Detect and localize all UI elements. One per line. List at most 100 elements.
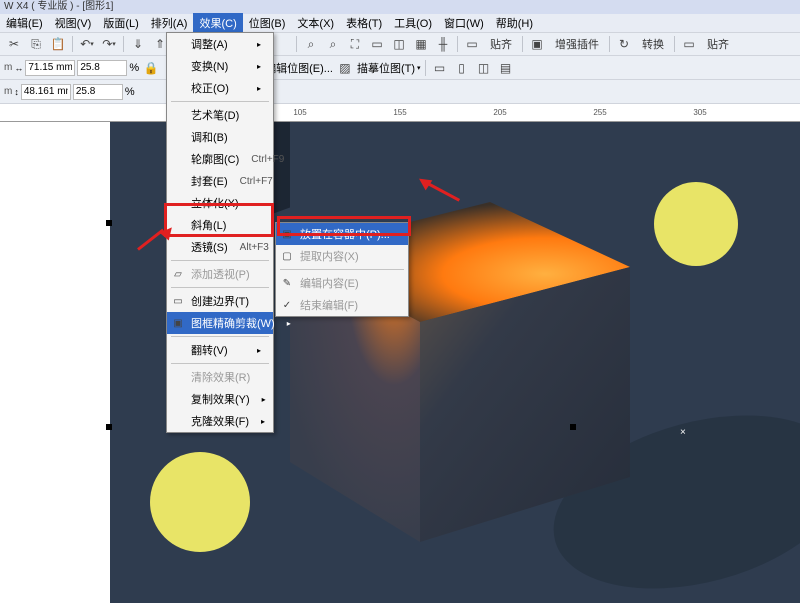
menu-separator bbox=[171, 260, 269, 261]
menu-item-blend[interactable]: 调和(B) bbox=[167, 126, 273, 148]
menu-bitmap[interactable]: 位图(B) bbox=[243, 13, 292, 33]
selection-handle[interactable] bbox=[106, 220, 112, 226]
menu-item-lens[interactable]: 透镜(S)Alt+F3 bbox=[167, 236, 273, 258]
menu-item-envelope[interactable]: 封套(E)Ctrl+F7 bbox=[167, 170, 273, 192]
menu-item-transform[interactable]: 变换(N)▸ bbox=[167, 55, 273, 77]
scale-x-field[interactable]: % bbox=[77, 60, 139, 76]
convert-button[interactable]: ↻ bbox=[614, 34, 634, 54]
cut-button[interactable]: ✂ bbox=[4, 34, 24, 54]
convert-label: 转换 bbox=[636, 36, 670, 52]
trace-bitmap-label[interactable]: 描摹位图(T) bbox=[357, 60, 415, 76]
menu-item-clone-effect[interactable]: 克隆效果(F)▸ bbox=[167, 410, 273, 432]
y-input[interactable] bbox=[21, 84, 71, 100]
menu-item-extrude[interactable]: 立体化(X) bbox=[167, 192, 273, 214]
plugin-label: 增强插件 bbox=[549, 36, 605, 52]
menu-view[interactable]: 视图(V) bbox=[49, 13, 98, 33]
chevron-right-icon: ▸ bbox=[262, 395, 266, 404]
lock-ratio-button[interactable]: 🔒 bbox=[141, 58, 161, 78]
import-button[interactable]: ⇓ bbox=[128, 34, 148, 54]
selection-center-marker: × bbox=[680, 427, 686, 438]
zoom-sel-button[interactable]: ◫ bbox=[389, 34, 409, 54]
menu-effects[interactable]: 效果(C) bbox=[193, 13, 242, 33]
menu-item-powerclip[interactable]: ▣图框精确剪裁(W)▸ bbox=[167, 312, 273, 334]
menu-item-bevel[interactable]: 斜角(L) bbox=[167, 214, 273, 236]
menu-item-perspective: ▱添加透视(P) bbox=[167, 263, 273, 285]
paste-icon: 📋 bbox=[51, 37, 66, 51]
menu-tools[interactable]: 工具(O) bbox=[388, 13, 438, 33]
menu-item-copy-effect[interactable]: 复制效果(Y)▸ bbox=[167, 388, 273, 410]
x-input[interactable] bbox=[25, 60, 75, 76]
edit-bitmap-label[interactable]: 编辑位图(E)... bbox=[265, 60, 333, 76]
separator bbox=[123, 36, 124, 52]
undo-button[interactable]: ↶▾ bbox=[77, 34, 97, 54]
separator bbox=[522, 36, 523, 52]
trace-bitmap-icon[interactable]: ▨ bbox=[335, 58, 355, 78]
tb-btn[interactable]: ▯ bbox=[452, 58, 472, 78]
menu-arrange[interactable]: 排列(A) bbox=[145, 13, 194, 33]
separator bbox=[457, 36, 458, 52]
place-icon: ▣ bbox=[280, 227, 294, 241]
menu-item-correct[interactable]: 校正(O)▸ bbox=[167, 77, 273, 99]
property-bar-row2: m ↕ % bbox=[0, 80, 800, 104]
scale-x-input[interactable] bbox=[77, 60, 127, 76]
menu-item-boundary[interactable]: ▭创建边界(T) bbox=[167, 290, 273, 312]
separator bbox=[72, 36, 73, 52]
paste-button[interactable]: 📋 bbox=[48, 34, 68, 54]
extract-icon: ▢ bbox=[280, 249, 294, 263]
menu-item-artistic[interactable]: 艺术笔(D) bbox=[167, 104, 273, 126]
menu-item-contour[interactable]: 轮廓图(C)Ctrl+F9 bbox=[167, 148, 273, 170]
menu-item-rollover[interactable]: 翻转(V)▸ bbox=[167, 339, 273, 361]
menu-item-extract: ▢提取内容(X) bbox=[276, 245, 408, 267]
cut-icon: ✂ bbox=[9, 37, 19, 51]
tb-btn[interactable]: ▭ bbox=[430, 58, 450, 78]
menu-edit[interactable]: 编辑(E) bbox=[0, 13, 49, 33]
menu-item-finish-edit: ✓结束编辑(F) bbox=[276, 294, 408, 316]
grid-button[interactable]: ▦ bbox=[411, 34, 431, 54]
zoom-button[interactable]: ⌕ bbox=[301, 34, 321, 54]
tb-btn[interactable]: ▤ bbox=[496, 58, 516, 78]
separator bbox=[425, 60, 426, 76]
app-title: W X4 ( 专业版 ) - [图形1] bbox=[4, 1, 113, 12]
menu-bar: 编辑(E) 视图(V) 版面(L) 排列(A) 效果(C) 位图(B) 文本(X… bbox=[0, 14, 800, 32]
zoom-page-button[interactable]: ▭ bbox=[367, 34, 387, 54]
align-label: 贴齐 bbox=[701, 36, 735, 52]
redo-button[interactable]: ↷▾ bbox=[99, 34, 119, 54]
redo-icon: ↷ bbox=[102, 37, 112, 51]
tb-btn[interactable]: ◫ bbox=[474, 58, 494, 78]
menu-item-edit-content: ✎编辑内容(E) bbox=[276, 272, 408, 294]
ruler-horizontal: 105 155 205 255 305 bbox=[0, 104, 800, 122]
zoom-fit-button[interactable]: ⛶ bbox=[345, 34, 365, 54]
align-button[interactable]: ▭ bbox=[679, 34, 699, 54]
menu-separator bbox=[171, 336, 269, 337]
chevron-right-icon: ▸ bbox=[287, 319, 291, 328]
menu-layout[interactable]: 版面(L) bbox=[97, 13, 144, 33]
zoom-out-button[interactable]: ⌕ bbox=[323, 34, 343, 54]
plugin-button[interactable]: ▣ bbox=[527, 34, 547, 54]
y-position-field[interactable]: ↕ bbox=[14, 84, 71, 100]
x-position-field[interactable]: ↔ bbox=[14, 60, 75, 76]
boundary-icon: ▭ bbox=[171, 294, 185, 308]
chevron-right-icon: ▸ bbox=[257, 40, 261, 49]
scale-y-input[interactable] bbox=[73, 84, 123, 100]
menu-item-adjust[interactable]: 调整(A)▸ bbox=[167, 33, 273, 55]
canvas[interactable]: × bbox=[0, 122, 800, 603]
menu-window[interactable]: 窗口(W) bbox=[438, 13, 490, 33]
scale-y-field[interactable]: % bbox=[73, 84, 135, 100]
perspective-icon: ▱ bbox=[171, 267, 185, 281]
selection-handle[interactable] bbox=[570, 424, 576, 430]
undo-icon: ↶ bbox=[80, 37, 90, 51]
guides-button[interactable]: ╫ bbox=[433, 34, 453, 54]
menu-table[interactable]: 表格(T) bbox=[340, 13, 388, 33]
selection-handle[interactable] bbox=[106, 424, 112, 430]
powerclip-submenu: ▣放置在容器中(P)... ▢提取内容(X) ✎编辑内容(E) ✓结束编辑(F) bbox=[275, 222, 409, 317]
chevron-right-icon: ▸ bbox=[257, 346, 261, 355]
menu-help[interactable]: 帮助(H) bbox=[490, 13, 539, 33]
menu-item-place-inside[interactable]: ▣放置在容器中(P)... bbox=[276, 223, 408, 245]
menu-separator bbox=[171, 101, 269, 102]
menu-separator bbox=[171, 363, 269, 364]
powerclip-icon: ▣ bbox=[171, 316, 185, 330]
menu-text[interactable]: 文本(X) bbox=[291, 13, 340, 33]
snap-combo[interactable]: ▭ bbox=[462, 34, 482, 54]
copy-button[interactable]: ⎘ bbox=[26, 34, 46, 54]
chevron-right-icon: ▸ bbox=[257, 62, 261, 71]
